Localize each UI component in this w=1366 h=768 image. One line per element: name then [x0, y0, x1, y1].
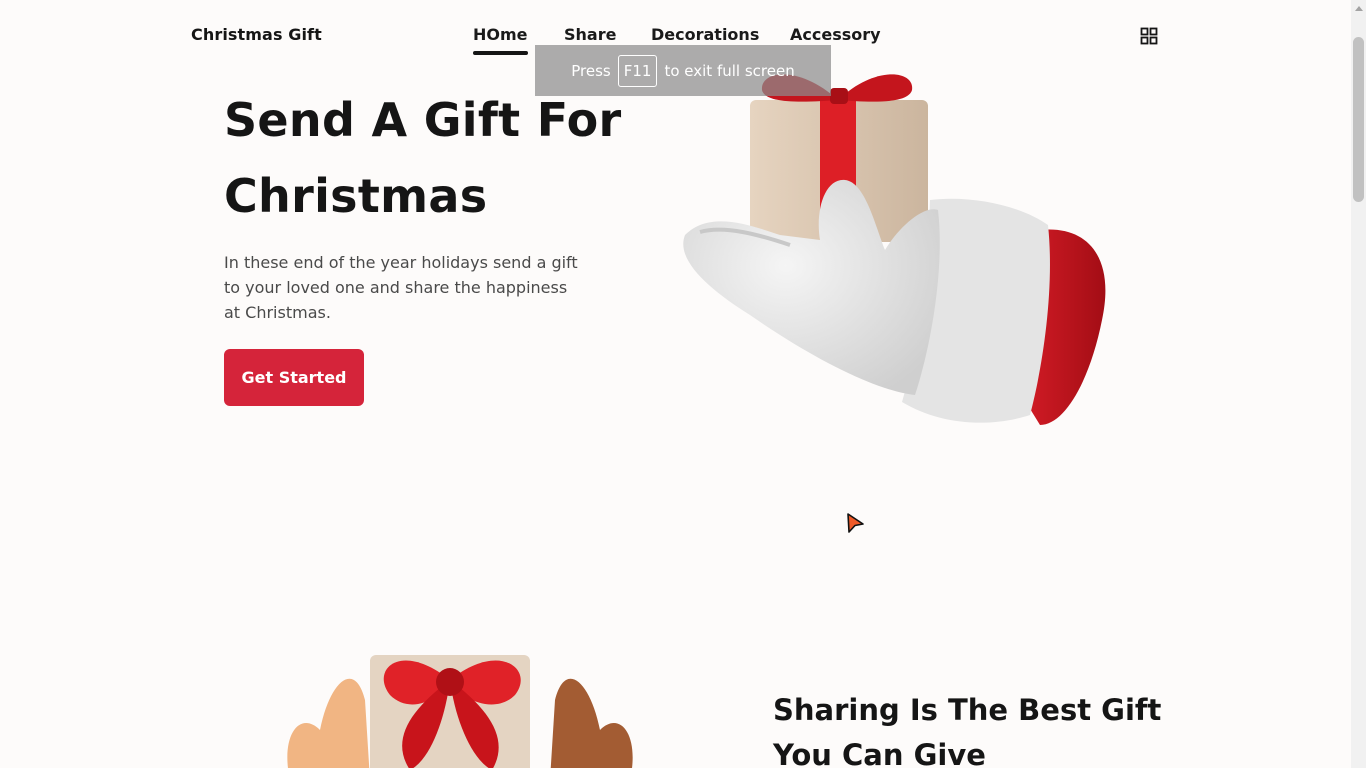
nav-share[interactable]: Share [564, 25, 616, 44]
hero-title-line2: Christmas [224, 169, 488, 223]
nav-home[interactable]: HOme [473, 25, 528, 55]
share-title-line1: Sharing Is The Best Gift [773, 693, 1162, 727]
fullscreen-toast: Press F11 to exit full screen [535, 45, 831, 96]
hero-title: Send A Gift For Christmas [224, 82, 644, 234]
santa-hand-gift-illustration [683, 74, 1106, 425]
share-section-title: Sharing Is The Best Gift You Can Give [773, 688, 1193, 768]
hands-sharing-gift-illustration [287, 655, 633, 768]
hero-description: In these end of the year holidays send a… [224, 253, 578, 322]
hero-title-line1: Send A Gift For [224, 93, 622, 147]
page: Christmas Gift HOme Share Decorations Ac… [0, 0, 1351, 768]
scroll-up-arrow-icon[interactable] [1355, 6, 1363, 11]
toast-press: Press [571, 61, 611, 80]
grid-icon[interactable] [1140, 27, 1158, 45]
cursor-icon [847, 513, 864, 533]
toast-suffix: to exit full screen [664, 61, 795, 80]
nav-decorations[interactable]: Decorations [651, 25, 759, 44]
nav-accessory[interactable]: Accessory [790, 25, 881, 44]
toast-key: F11 [617, 54, 658, 87]
share-title-line2: You Can Give [773, 738, 986, 768]
site-logo[interactable]: Christmas Gift [191, 25, 322, 44]
vertical-scrollbar[interactable] [1351, 0, 1366, 768]
get-started-button[interactable]: Get Started [224, 349, 364, 406]
scrollbar-thumb[interactable] [1353, 37, 1364, 202]
